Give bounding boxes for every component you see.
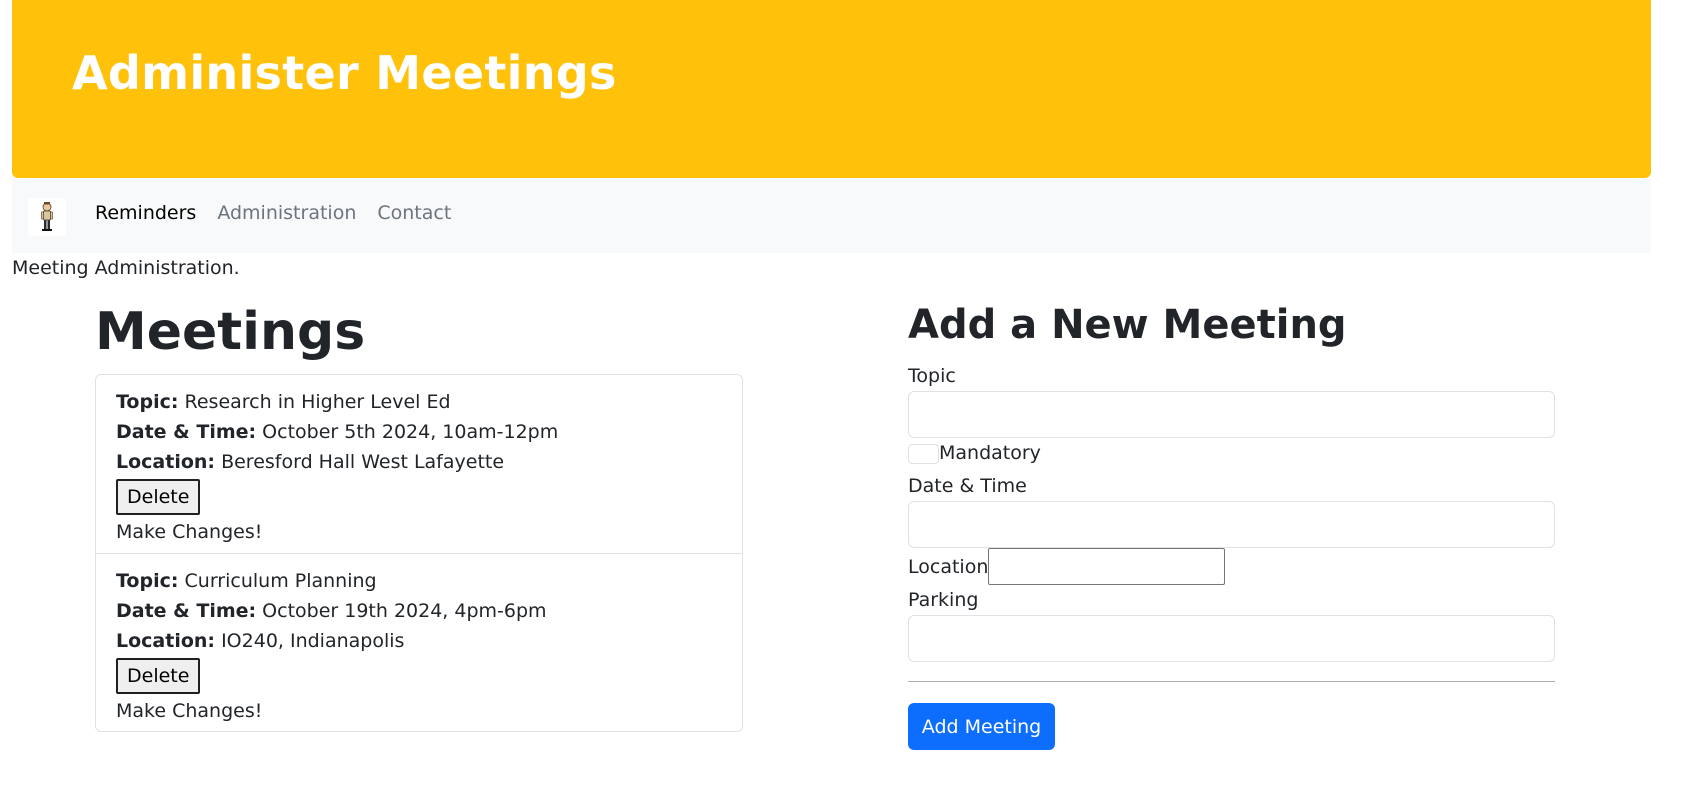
datetime-label: Date & Time: bbox=[116, 421, 257, 443]
intro-text: Meeting Administration. bbox=[12, 257, 240, 279]
topic-input[interactable] bbox=[908, 391, 1555, 438]
mandatory-label: Mandatory bbox=[939, 442, 1041, 464]
make-changes-link[interactable]: Make Changes! bbox=[116, 696, 722, 726]
page: Administer Meetings Reminders Administra… bbox=[0, 0, 1686, 810]
location-label: Location: bbox=[116, 630, 216, 652]
meeting-list: Topic: Research in Higher Level Ed Date … bbox=[95, 374, 743, 732]
topic-field-label: Topic bbox=[908, 365, 956, 387]
mandatory-checkbox[interactable] bbox=[908, 444, 939, 464]
nav-link-contact[interactable]: Contact bbox=[377, 202, 451, 224]
meeting-datetime: Date & Time: October 5th 2024, 10am-12pm bbox=[116, 417, 722, 447]
delete-button[interactable]: Delete bbox=[116, 658, 201, 694]
location-label: Location: bbox=[116, 451, 216, 473]
location-value: Beresford Hall West Lafayette bbox=[221, 451, 505, 473]
brand-logo[interactable] bbox=[28, 198, 66, 236]
parking-input[interactable] bbox=[908, 615, 1555, 662]
nav-links: Reminders Administration Contact bbox=[95, 202, 451, 224]
person-figure-icon bbox=[41, 202, 53, 231]
meeting-location: Location: IO240, Indianapolis bbox=[116, 626, 722, 656]
meeting-topic: Topic: Research in Higher Level Ed bbox=[116, 387, 722, 417]
location-value: IO240, Indianapolis bbox=[221, 630, 405, 652]
datetime-label: Date & Time: bbox=[116, 600, 257, 622]
make-changes-link[interactable]: Make Changes! bbox=[116, 517, 722, 547]
datetime-value: October 5th 2024, 10am-12pm bbox=[262, 421, 559, 443]
page-title: Administer Meetings bbox=[72, 46, 617, 100]
header-banner: Administer Meetings bbox=[12, 0, 1651, 178]
topic-label: Topic: bbox=[116, 570, 179, 592]
meeting-datetime: Date & Time: October 19th 2024, 4pm-6pm bbox=[116, 596, 722, 626]
meeting-item: Topic: Research in Higher Level Ed Date … bbox=[96, 375, 742, 553]
meetings-heading: Meetings bbox=[95, 302, 366, 362]
datetime-value: October 19th 2024, 4pm-6pm bbox=[262, 600, 547, 622]
delete-button[interactable]: Delete bbox=[116, 479, 201, 515]
form-divider bbox=[908, 681, 1555, 682]
meeting-item: Topic: Curriculum Planning Date & Time: … bbox=[96, 553, 742, 731]
navbar: Reminders Administration Contact bbox=[12, 178, 1651, 253]
location-field-label: Location bbox=[908, 556, 989, 578]
topic-value: Research in Higher Level Ed bbox=[184, 391, 451, 413]
nav-link-administration[interactable]: Administration bbox=[217, 202, 356, 224]
parking-field-label: Parking bbox=[908, 589, 979, 611]
add-meeting-heading: Add a New Meeting bbox=[908, 302, 1347, 348]
meeting-location: Location: Beresford Hall West Lafayette bbox=[116, 447, 722, 477]
nav-link-reminders[interactable]: Reminders bbox=[95, 202, 196, 224]
datetime-input[interactable] bbox=[908, 501, 1555, 548]
location-input[interactable] bbox=[988, 548, 1225, 585]
meeting-topic: Topic: Curriculum Planning bbox=[116, 566, 722, 596]
topic-value: Curriculum Planning bbox=[184, 570, 377, 592]
topic-label: Topic: bbox=[116, 391, 179, 413]
datetime-field-label: Date & Time bbox=[908, 475, 1027, 497]
add-meeting-button[interactable]: Add Meeting bbox=[908, 703, 1055, 750]
